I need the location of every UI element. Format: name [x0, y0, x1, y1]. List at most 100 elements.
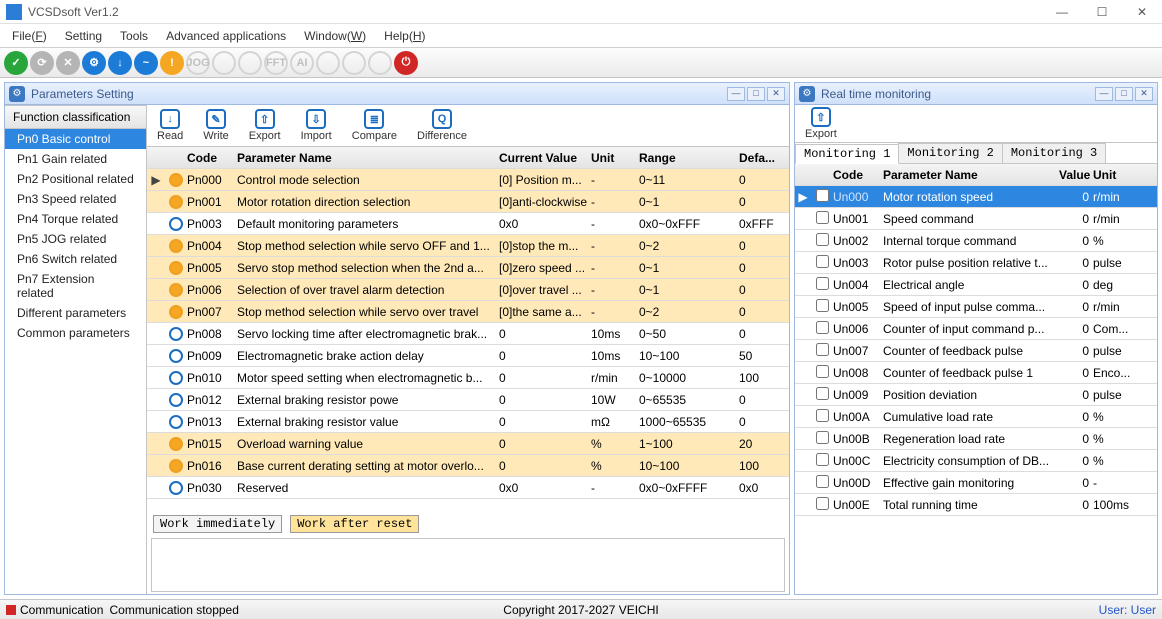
rt-row[interactable]: ▶Un000Motor rotation speed0r/min [795, 186, 1157, 208]
col-value[interactable]: Current Value [499, 151, 591, 165]
compare-button[interactable]: ≣Compare [352, 109, 397, 142]
col-code[interactable]: Code [187, 151, 237, 165]
table-row[interactable]: Pn012External braking resistor powe010W0… [147, 389, 789, 411]
row-checkbox[interactable] [811, 277, 833, 293]
toolbar-icon-14[interactable] [342, 51, 366, 75]
col-default[interactable]: Defa... [739, 151, 789, 165]
rt-export-button[interactable]: ⇧Export [805, 107, 837, 140]
table-row[interactable]: Pn013External braking resistor value0mΩ1… [147, 411, 789, 433]
write-button[interactable]: ✎Write [203, 109, 228, 142]
menu-file[interactable]: File(F) [12, 29, 47, 43]
row-checkbox[interactable] [811, 255, 833, 271]
menu-tools[interactable]: Tools [120, 29, 148, 43]
table-row[interactable]: Pn005Servo stop method selection when th… [147, 257, 789, 279]
minimize-button[interactable]: ― [1042, 5, 1082, 19]
toolbar-icon-13[interactable] [316, 51, 340, 75]
grid-body[interactable]: ▶Pn000Control mode selection[0] Position… [147, 169, 789, 512]
sidebar-item[interactable]: Pn0 Basic control [5, 129, 146, 149]
work-after-reset-button[interactable]: Work after reset [290, 515, 419, 533]
toolbar-refresh-icon[interactable]: ⟳ [30, 51, 54, 75]
panel-close-button[interactable]: ✕ [1135, 87, 1153, 101]
read-button[interactable]: ↓Read [157, 109, 183, 142]
table-row[interactable]: Pn009Electromagnetic brake action delay0… [147, 345, 789, 367]
rt-col-code[interactable]: Code [833, 168, 883, 182]
toolbar-check-icon[interactable]: ✓ [4, 51, 28, 75]
row-checkbox[interactable] [811, 321, 833, 337]
table-row[interactable]: Pn001Motor rotation direction selection[… [147, 191, 789, 213]
table-row[interactable]: Pn004Stop method selection while servo O… [147, 235, 789, 257]
difference-button[interactable]: QDifference [417, 109, 467, 142]
toolbar-tools-icon[interactable]: ✕ [56, 51, 80, 75]
rt-row[interactable]: Un008Counter of feedback pulse 10Enco... [795, 362, 1157, 384]
rt-grid-body[interactable]: ▶Un000Motor rotation speed0r/minUn001Spe… [795, 186, 1157, 594]
panel-minimize-button[interactable]: — [727, 87, 745, 101]
sidebar-item[interactable]: Pn5 JOG related [5, 229, 146, 249]
toolbar-warning-icon[interactable]: ! [160, 51, 184, 75]
sidebar-item[interactable]: Pn4 Torque related [5, 209, 146, 229]
rt-row[interactable]: Un00ACumulative load rate0% [795, 406, 1157, 428]
menu-advanced[interactable]: Advanced applications [166, 29, 286, 43]
table-row[interactable]: Pn030Reserved0x0-0x0~0xFFFF0x0 [147, 477, 789, 499]
toolbar-icon-15[interactable] [368, 51, 392, 75]
row-checkbox[interactable] [811, 431, 833, 447]
col-unit[interactable]: Unit [591, 151, 639, 165]
rt-row[interactable]: Un00DEffective gain monitoring0- [795, 472, 1157, 494]
rt-row[interactable]: Un004Electrical angle0deg [795, 274, 1157, 296]
sidebar-item[interactable]: Common parameters [5, 323, 146, 343]
toolbar-icon-9[interactable] [212, 51, 236, 75]
table-row[interactable]: Pn008Servo locking time after electromag… [147, 323, 789, 345]
toolbar-jog-icon[interactable]: JOG [186, 51, 210, 75]
toolbar-fft-icon[interactable]: FFT [264, 51, 288, 75]
export-button[interactable]: ⇧Export [249, 109, 281, 142]
table-row[interactable]: Pn010Motor speed setting when electromag… [147, 367, 789, 389]
table-row[interactable]: ▶Pn000Control mode selection[0] Position… [147, 169, 789, 191]
sidebar-item[interactable]: Pn2 Positional related [5, 169, 146, 189]
rt-tab[interactable]: Monitoring 3 [1002, 143, 1106, 163]
rt-col-value[interactable]: Value [1059, 168, 1093, 182]
rt-col-name[interactable]: Parameter Name [883, 168, 1059, 182]
panel-maximize-button[interactable]: □ [1115, 87, 1133, 101]
row-checkbox[interactable] [811, 409, 833, 425]
toolbar-icon-10[interactable] [238, 51, 262, 75]
col-range[interactable]: Range [639, 151, 739, 165]
row-checkbox[interactable] [811, 189, 833, 205]
row-checkbox[interactable] [811, 299, 833, 315]
work-immediately-button[interactable]: Work immediately [153, 515, 282, 533]
maximize-button[interactable]: ☐ [1082, 5, 1122, 19]
col-name[interactable]: Parameter Name [237, 151, 499, 165]
rt-row[interactable]: Un00CElectricity consumption of DB...0% [795, 450, 1157, 472]
panel-minimize-button[interactable]: — [1095, 87, 1113, 101]
close-button[interactable]: ✕ [1122, 5, 1162, 19]
sidebar-item[interactable]: Pn7 Extension related [5, 269, 146, 303]
rt-row[interactable]: Un00BRegeneration load rate0% [795, 428, 1157, 450]
row-checkbox[interactable] [811, 365, 833, 381]
rt-row[interactable]: Un005Speed of input pulse comma...0r/min [795, 296, 1157, 318]
rt-row[interactable]: Un006Counter of input command p...0Com..… [795, 318, 1157, 340]
row-checkbox[interactable] [811, 343, 833, 359]
row-checkbox[interactable] [811, 211, 833, 227]
menu-setting[interactable]: Setting [65, 29, 102, 43]
toolbar-ai-icon[interactable]: AI [290, 51, 314, 75]
rt-row[interactable]: Un00ETotal running time0100ms [795, 494, 1157, 516]
panel-close-button[interactable]: ✕ [767, 87, 785, 101]
table-row[interactable]: Pn006Selection of over travel alarm dete… [147, 279, 789, 301]
sidebar-item[interactable]: Pn6 Switch related [5, 249, 146, 269]
toolbar-download-icon[interactable]: ↓ [108, 51, 132, 75]
table-row[interactable]: Pn016Base current derating setting at mo… [147, 455, 789, 477]
menu-help[interactable]: Help(H) [384, 29, 425, 43]
menu-window[interactable]: Window(W) [304, 29, 366, 43]
toolbar-gear-icon[interactable]: ⚙ [82, 51, 106, 75]
toolbar-wave-icon[interactable]: ~ [134, 51, 158, 75]
table-row[interactable]: Pn007Stop method selection while servo o… [147, 301, 789, 323]
row-checkbox[interactable] [811, 233, 833, 249]
row-checkbox[interactable] [811, 497, 833, 513]
sidebar-item[interactable]: Pn1 Gain related [5, 149, 146, 169]
table-row[interactable]: Pn015Overload warning value0%1~10020 [147, 433, 789, 455]
rt-row[interactable]: Un001Speed command0r/min [795, 208, 1157, 230]
row-checkbox[interactable] [811, 475, 833, 491]
sidebar-item[interactable]: Pn3 Speed related [5, 189, 146, 209]
row-checkbox[interactable] [811, 387, 833, 403]
rt-tab[interactable]: Monitoring 1 [795, 144, 899, 164]
rt-row[interactable]: Un009Position deviation0pulse [795, 384, 1157, 406]
row-checkbox[interactable] [811, 453, 833, 469]
